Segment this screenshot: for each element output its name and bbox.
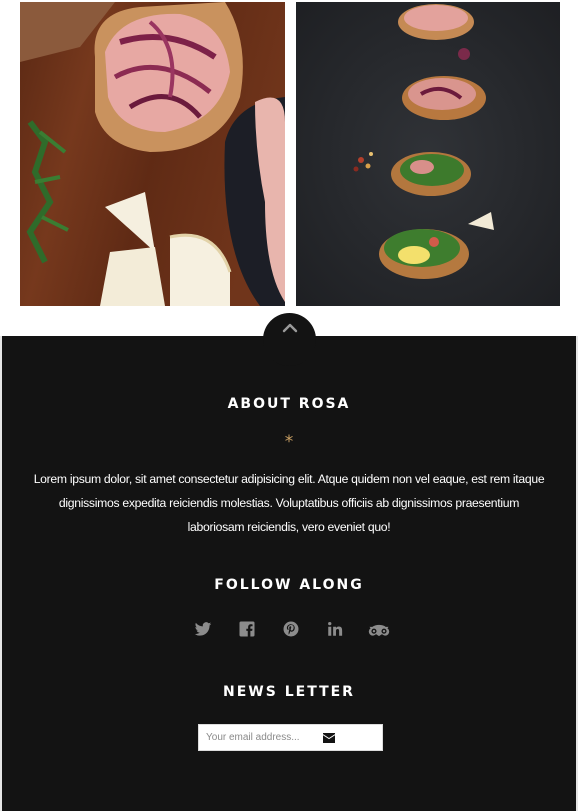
bruschetta-row-photo[interactable] xyxy=(296,2,560,306)
social-links xyxy=(190,620,390,638)
about-text: Lorem ipsum dolor, sit amet consectetur … xyxy=(33,472,545,534)
follow-title: FOLLOW ALONG xyxy=(214,577,364,593)
star-ornament-icon: * xyxy=(284,432,294,452)
back-to-top-button[interactable] xyxy=(263,313,316,366)
linkedin-icon[interactable] xyxy=(326,620,344,638)
image-gallery xyxy=(0,0,578,336)
envelope-icon xyxy=(323,732,335,743)
facebook-icon[interactable] xyxy=(238,620,256,638)
newsletter-submit-button[interactable] xyxy=(317,725,341,750)
pinterest-icon[interactable] xyxy=(282,620,300,638)
newsletter-title: NEWS LETTER xyxy=(223,684,355,700)
about-title: ABOUT ROSA xyxy=(227,396,351,412)
twitter-icon[interactable] xyxy=(194,620,212,638)
charcuterie-board-photo[interactable] xyxy=(20,2,285,306)
tripadvisor-icon[interactable] xyxy=(368,620,390,638)
chevron-up-icon xyxy=(282,323,297,333)
email-input[interactable] xyxy=(199,725,315,750)
newsletter-form xyxy=(198,724,383,751)
site-footer: ABOUT ROSA * Lorem ipsum dolor, sit amet… xyxy=(2,336,576,811)
